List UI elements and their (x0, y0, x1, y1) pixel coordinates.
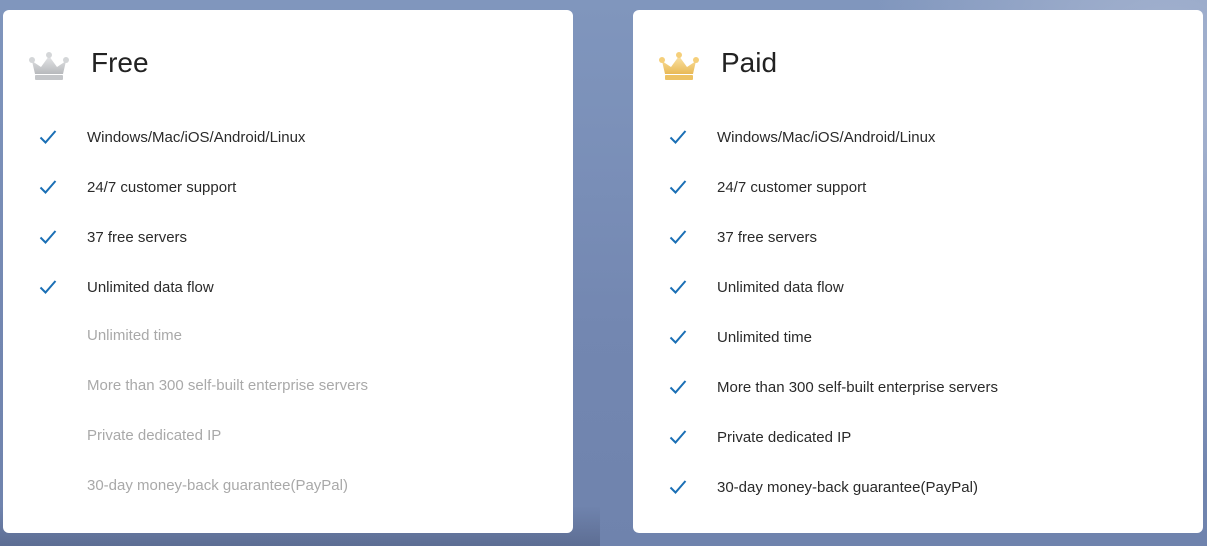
checkmark-icon (39, 180, 57, 194)
checkmark-icon (669, 330, 687, 344)
feature-item: More than 300 self-built enterprise serv… (633, 362, 1203, 412)
feature-item: Private dedicated IP (633, 412, 1203, 462)
feature-label: More than 300 self-built enterprise serv… (87, 377, 368, 394)
feature-item: 30-day money-back guarantee(PayPal) (633, 462, 1203, 512)
feature-label: Private dedicated IP (717, 428, 852, 446)
feature-label: 37 free servers (87, 228, 188, 246)
feature-label: Windows/Mac/iOS/Android/Linux (87, 128, 306, 146)
feature-item-disabled: Unlimited time (3, 312, 573, 362)
feature-label: Unlimited time (717, 328, 813, 346)
feature-item: Windows/Mac/iOS/Android/Linux (3, 112, 573, 162)
feature-list: Windows/Mac/iOS/Android/Linux 24/7 custo… (633, 112, 1203, 512)
feature-label: Private dedicated IP (87, 427, 222, 444)
feature-label: 30-day money-back guarantee(PayPal) (717, 478, 978, 496)
checkmark-icon (39, 230, 57, 244)
feature-item: Windows/Mac/iOS/Android/Linux (633, 112, 1203, 162)
plan-header: Free (29, 48, 149, 84)
checkmark-icon (669, 230, 687, 244)
checkmark-icon (669, 180, 687, 194)
feature-item-disabled: Private dedicated IP (3, 412, 573, 462)
feature-label: More than 300 self-built enterprise serv… (717, 378, 998, 396)
feature-item: 37 free servers (633, 212, 1203, 262)
feature-label: 30-day money-back guarantee(PayPal) (87, 477, 348, 494)
checkmark-icon (669, 380, 687, 394)
plan-title: Paid (721, 47, 778, 78)
feature-item: 24/7 customer support (3, 162, 573, 212)
feature-list: Windows/Mac/iOS/Android/Linux 24/7 custo… (3, 112, 573, 512)
feature-label: Unlimited time (87, 327, 183, 344)
feature-label: 24/7 customer support (717, 178, 867, 196)
feature-label: 24/7 customer support (87, 178, 237, 196)
checkmark-icon (39, 280, 57, 294)
feature-item-disabled: More than 300 self-built enterprise serv… (3, 362, 573, 412)
plan-header: Paid (659, 48, 777, 84)
plan-card-free: Free Windows/Mac/iOS/Android/Linux 24/7 … (3, 10, 573, 533)
plan-title: Free (91, 47, 149, 78)
crown-icon (659, 52, 699, 80)
checkmark-icon (669, 130, 687, 144)
feature-item: Unlimited data flow (633, 262, 1203, 312)
feature-label: Unlimited data flow (87, 278, 214, 296)
feature-label: 37 free servers (717, 228, 818, 246)
checkmark-icon (39, 130, 57, 144)
feature-item-disabled: 30-day money-back guarantee(PayPal) (3, 462, 573, 512)
feature-item: 37 free servers (3, 212, 573, 262)
feature-label: Windows/Mac/iOS/Android/Linux (717, 128, 936, 146)
checkmark-icon (669, 430, 687, 444)
feature-item: Unlimited time (633, 312, 1203, 362)
feature-label: Unlimited data flow (717, 278, 844, 296)
checkmark-icon (669, 480, 687, 494)
plan-card-paid: Paid Windows/Mac/iOS/Android/Linux 24/7 … (633, 10, 1203, 533)
feature-item: Unlimited data flow (3, 262, 573, 312)
checkmark-icon (669, 280, 687, 294)
feature-item: 24/7 customer support (633, 162, 1203, 212)
crown-icon (29, 52, 69, 80)
